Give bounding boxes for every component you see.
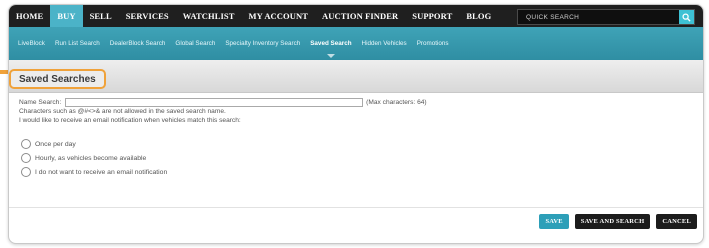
saved-search-panel: HOME BUY SELL SERVICES WATCHLIST MY ACCO… [8, 4, 704, 244]
radio-option-once-per-day[interactable]: Once per day [19, 137, 699, 151]
top-navigation: HOME BUY SELL SERVICES WATCHLIST MY ACCO… [9, 5, 703, 27]
name-search-label: Name Search: [19, 99, 62, 106]
save-and-search-button[interactable]: SAVE AND SEARCH [574, 214, 651, 229]
radio-button[interactable] [21, 139, 31, 149]
nav-auction-finder[interactable]: AUCTION FINDER [315, 5, 405, 27]
name-search-input[interactable] [65, 98, 364, 107]
subnav-global-search[interactable]: Global Search [170, 40, 220, 47]
max-characters-hint: (Max characters: 64) [366, 99, 427, 106]
search-button[interactable] [679, 10, 694, 24]
cancel-button[interactable]: CANCEL [656, 214, 697, 229]
radio-label: I do not want to receive an email notifi… [35, 168, 168, 176]
characters-note: Characters such as @#<>& are not allowed… [19, 108, 226, 115]
quick-search-input[interactable]: QUICK SEARCH [518, 14, 679, 21]
nav-services[interactable]: SERVICES [119, 5, 176, 27]
footer-divider [9, 207, 703, 208]
subnav-dealerblock-search[interactable]: DealerBlock Search [105, 40, 171, 47]
subnav-promotions[interactable]: Promotions [412, 40, 454, 47]
subnav-liveblock[interactable]: LiveBlock [13, 40, 50, 47]
radio-label: Once per day [35, 140, 76, 148]
nav-buy[interactable]: BUY [50, 5, 83, 27]
subnav-specialty-inventory-search[interactable]: Specialty Inventory Search [220, 40, 305, 47]
sub-navigation: LiveBlock Run List Search DealerBlock Se… [9, 27, 703, 60]
nav-my-account[interactable]: MY ACCOUNT [242, 5, 315, 27]
quick-search: QUICK SEARCH [517, 9, 695, 25]
radio-button[interactable] [21, 167, 31, 177]
subnav-run-list-search[interactable]: Run List Search [50, 40, 105, 47]
form-actions: SAVE SAVE AND SEARCH CANCEL [539, 214, 697, 229]
email-notification-prompt: I would like to receive an email notific… [19, 117, 241, 124]
radio-option-hourly[interactable]: Hourly, as vehicles become available [19, 151, 699, 165]
page-header: Saved Searches [9, 60, 703, 93]
radio-label: Hourly, as vehicles become available [35, 154, 147, 162]
save-button[interactable]: SAVE [539, 214, 569, 229]
name-search-row: Name Search: (Max characters: 64) [19, 98, 699, 107]
nav-watchlist[interactable]: WATCHLIST [176, 5, 242, 27]
saved-search-form: Name Search: (Max characters: 64) Charac… [19, 98, 699, 179]
nav-blog[interactable]: BLOG [459, 5, 498, 27]
nav-home[interactable]: HOME [9, 5, 50, 27]
page-title: Saved Searches [19, 73, 96, 85]
radio-option-no-email[interactable]: I do not want to receive an email notifi… [19, 165, 699, 179]
nav-support[interactable]: SUPPORT [405, 5, 459, 27]
subnav-saved-search[interactable]: Saved Search [305, 40, 356, 58]
page-title-highlight: Saved Searches [9, 69, 106, 89]
nav-sell[interactable]: SELL [83, 5, 119, 27]
subnav-hidden-vehicles[interactable]: Hidden Vehicles [357, 40, 412, 47]
search-icon [682, 12, 691, 22]
radio-button[interactable] [21, 153, 31, 163]
